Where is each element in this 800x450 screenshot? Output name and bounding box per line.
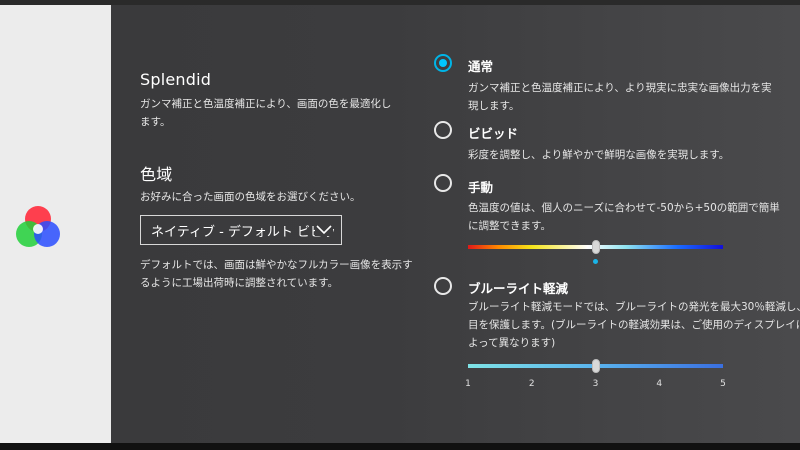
option-vivid-description: 彩度を調整し、より鮮やかで鮮明な画像を実現します。 bbox=[468, 149, 730, 161]
option-vivid-label[interactable]: ビビッド bbox=[468, 123, 518, 142]
gamut-description: お好みに合った画面の色域をお選びください。 bbox=[140, 191, 361, 203]
gamut-title: 色域 bbox=[140, 165, 173, 184]
option-bluelight-label[interactable]: ブルーライト軽減 bbox=[468, 278, 568, 297]
option-manual-description: 色温度の値は、個人のニーズに合わせて-50から+50の範囲で簡単 に調整できます… bbox=[468, 202, 780, 232]
bluelight-slider-thumb[interactable] bbox=[591, 359, 600, 373]
rgb-circles-icon bbox=[16, 206, 60, 247]
gamut-dropdown[interactable]: ネイティブ - デフォルト ビビッ bbox=[140, 215, 342, 245]
gamut-note: デフォルトでは、画面は鮮やかなフルカラー画像を表示す るように工場出荷時に調整さ… bbox=[140, 259, 413, 289]
bluelight-tick-label: 3 bbox=[592, 379, 599, 389]
radio-normal[interactable] bbox=[434, 54, 452, 72]
radio-vivid[interactable] bbox=[434, 121, 452, 139]
splendid-description: ガンマ補正と色温度補正により、画面の色を最適化し ます。 bbox=[140, 98, 392, 128]
radio-manual[interactable] bbox=[434, 174, 452, 192]
color-temperature-center-marker bbox=[593, 259, 598, 264]
left-panel bbox=[0, 5, 111, 443]
splendid-title: Splendid bbox=[140, 70, 212, 89]
chevron-down-icon bbox=[315, 224, 333, 236]
option-normal-description: ガンマ補正と色温度補正により、より現実に忠実な画像出力を実 現します。 bbox=[468, 82, 772, 112]
option-bluelight-description: ブルーライト軽減モードでは、ブルーライトの発光を最大30％軽減し、 目を保護しま… bbox=[468, 301, 800, 349]
color-temperature-slider-thumb[interactable] bbox=[591, 240, 600, 254]
bluelight-tick-label: 4 bbox=[656, 379, 663, 389]
option-manual-label[interactable]: 手動 bbox=[468, 177, 493, 196]
bluelight-tick-label: 1 bbox=[465, 379, 471, 389]
bluelight-tick-label: 5 bbox=[720, 379, 726, 389]
radio-bluelight[interactable] bbox=[434, 277, 452, 295]
gamut-dropdown-value: ネイティブ - デフォルト ビビッ bbox=[151, 224, 337, 240]
bluelight-tick-label: 2 bbox=[528, 379, 535, 389]
bottom-bar bbox=[0, 443, 800, 450]
option-normal-label[interactable]: 通常 bbox=[468, 56, 493, 75]
